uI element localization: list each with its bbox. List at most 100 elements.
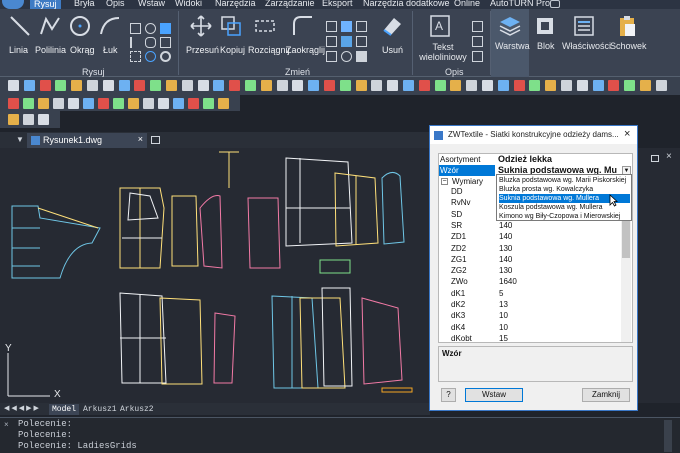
app-logo[interactable]: [2, 0, 24, 9]
explode-icon[interactable]: [341, 51, 352, 62]
toolbar-tool-icon[interactable]: [53, 98, 64, 109]
toolbar-tool-icon[interactable]: [23, 80, 35, 91]
dropdown-option[interactable]: Bluzka prosta wg. Kowalczyka: [499, 185, 630, 194]
ellipse-icon[interactable]: [145, 23, 156, 34]
ribbon-toggle-icon[interactable]: [550, 0, 560, 8]
maximize-viewport-icon[interactable]: [651, 155, 659, 162]
toolbar-tool-icon[interactable]: [213, 80, 225, 91]
assortment-value[interactable]: Odzież lekka: [498, 154, 552, 165]
toolbar-tool-icon[interactable]: [203, 98, 214, 109]
menu-widoki[interactable]: Widoki: [175, 0, 202, 8]
toolbar-tool-icon[interactable]: [450, 80, 462, 91]
toolbar-tool-icon[interactable]: [158, 98, 169, 109]
region-icon[interactable]: [160, 37, 171, 48]
fillet-button[interactable]: Zaokrąglij: [286, 45, 325, 55]
toolbar-tool-icon[interactable]: [292, 80, 304, 91]
clipboard-panel[interactable]: Schowek: [608, 9, 647, 77]
toolbar-tool-icon[interactable]: [166, 80, 177, 91]
dim-value[interactable]: 10: [499, 310, 508, 321]
layer-panel[interactable]: Warstwa: [491, 9, 530, 77]
layout-nav-icons[interactable]: ◀◀◀▶▶: [4, 404, 41, 412]
toolbar-tool-icon[interactable]: [71, 80, 83, 91]
dropdown-option[interactable]: Bluzka podstawowa wg. Marii Piskorskiej: [499, 176, 630, 185]
toolbar-tool-icon[interactable]: [403, 80, 414, 91]
rotate-icon[interactable]: [326, 21, 337, 32]
toolbar-tool-icon[interactable]: [387, 80, 399, 91]
toolbar-tool-icon[interactable]: [197, 80, 209, 91]
help-button[interactable]: ?: [441, 388, 456, 402]
tab-arkusz1[interactable]: Arkusz1: [80, 404, 120, 415]
leader-icon[interactable]: [472, 36, 483, 47]
toolbar-tool-icon[interactable]: [466, 80, 478, 91]
mirror-icon[interactable]: [341, 21, 352, 32]
close-tab-icon[interactable]: ×: [138, 134, 143, 144]
toolbar-tool-icon[interactable]: [529, 80, 541, 91]
close-viewport-icon[interactable]: ×: [666, 151, 672, 162]
toolbar-tool-icon[interactable]: [55, 80, 67, 91]
toolbar-tool-icon[interactable]: [68, 98, 79, 109]
toolbar-tool-icon[interactable]: [87, 80, 98, 91]
toolbar-tool-icon[interactable]: [8, 80, 19, 91]
toolbar-tool-icon[interactable]: [229, 80, 241, 91]
stretch-button[interactable]: Rozciągnij: [248, 45, 290, 55]
dim-value[interactable]: 140: [499, 254, 512, 265]
toolbar-tool-icon[interactable]: [640, 80, 651, 91]
toolbar-tool-icon[interactable]: [355, 80, 367, 91]
scroll-thumb[interactable]: [622, 218, 630, 258]
toolbar-tool-icon[interactable]: [98, 98, 109, 109]
menu-bryla[interactable]: Bryła: [74, 0, 95, 8]
erase-button[interactable]: Usuń: [382, 45, 403, 55]
point-icon[interactable]: [160, 51, 171, 62]
toolbar-tool-icon[interactable]: [308, 80, 320, 91]
toolbar-tool-icon[interactable]: [23, 114, 34, 125]
properties-panel[interactable]: Właściwości: [560, 9, 611, 77]
ray-icon[interactable]: [130, 37, 141, 48]
dim-value[interactable]: 15: [499, 333, 508, 344]
draw-line-button[interactable]: Linia: [9, 45, 28, 55]
document-tab[interactable]: Rysunek1.dwg ×: [27, 133, 147, 148]
toolbar-tool-icon[interactable]: [134, 80, 146, 91]
toolbar-tool-icon[interactable]: [576, 80, 588, 91]
toolbar-tool-icon[interactable]: [83, 98, 94, 109]
toolbar-tool-icon[interactable]: [23, 98, 34, 109]
dropdown-option[interactable]: Kimono wg Biły-Czopowa i Mierowskiej: [499, 212, 630, 221]
toolbar-tool-icon[interactable]: [181, 80, 193, 91]
dim-value[interactable]: 1640: [499, 276, 517, 287]
toolbar-tool-icon[interactable]: [8, 114, 19, 125]
dimension-icon[interactable]: [472, 21, 483, 32]
mtext-button[interactable]: Tekst wieloliniowy: [418, 42, 468, 62]
toolbar-tool-icon[interactable]: [128, 98, 139, 109]
dim-value[interactable]: 130: [499, 243, 512, 254]
dim-value[interactable]: 10: [499, 322, 508, 333]
tab-model[interactable]: Model: [49, 404, 80, 415]
command-scrollbar[interactable]: [664, 420, 672, 452]
toolbar-tool-icon[interactable]: [143, 98, 154, 109]
menu-rysuj[interactable]: Rysuj: [30, 0, 61, 9]
dim-value[interactable]: 130: [499, 265, 512, 276]
draw-circle-button[interactable]: Okrąg: [70, 45, 95, 55]
toolbar-tool-icon[interactable]: [624, 80, 636, 91]
toolbar-tool-icon[interactable]: [513, 80, 525, 91]
toolbar-tool-icon[interactable]: [218, 98, 229, 109]
offset-icon[interactable]: [356, 36, 367, 47]
toolbar-tool-icon[interactable]: [245, 80, 256, 91]
toolbar-tool-icon[interactable]: [482, 80, 493, 91]
menu-wstaw[interactable]: Wstaw: [138, 0, 165, 8]
toolbar-tool-icon[interactable]: [339, 80, 351, 91]
toolbar-tool-icon[interactable]: [371, 80, 383, 91]
toolbar-tool-icon[interactable]: [592, 80, 604, 91]
dim-value[interactable]: 140: [499, 220, 512, 231]
menu-narzedzia[interactable]: Narzędzia: [215, 0, 256, 8]
toolbar-tool-icon[interactable]: [260, 80, 272, 91]
menu-narzedzia-dodatkowe[interactable]: Narzędzia dodatkowe: [363, 0, 450, 8]
toolbar-tool-icon[interactable]: [561, 80, 572, 91]
menu-zarzadzanie[interactable]: Zarządzanie: [265, 0, 315, 8]
boundary-icon[interactable]: [130, 51, 141, 62]
array-icon[interactable]: [326, 51, 337, 62]
menu-eksport[interactable]: Eksport: [322, 0, 353, 8]
spline-icon[interactable]: [145, 37, 156, 48]
move-button[interactable]: Przesuń: [186, 45, 219, 55]
menu-online[interactable]: Online: [454, 0, 480, 8]
toolbar-tool-icon[interactable]: [434, 80, 446, 91]
tab-menu-chevron-icon[interactable]: ▼: [16, 135, 24, 144]
